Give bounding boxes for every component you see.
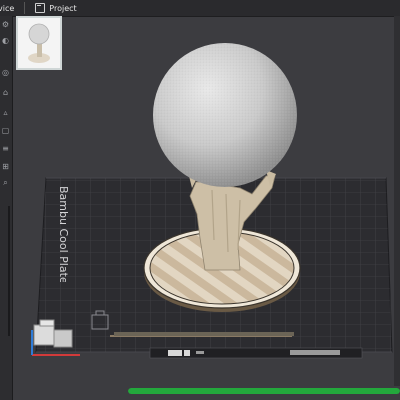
plate-thumbnail[interactable] bbox=[16, 16, 62, 70]
slice-progress-fill bbox=[128, 388, 400, 394]
top-tab-bar: vice Project bbox=[0, 0, 400, 17]
plate-label-container: Bambu Cool Plate bbox=[57, 186, 68, 282]
tab-project[interactable]: Project bbox=[29, 0, 82, 16]
plate-label: Bambu Cool Plate bbox=[57, 186, 68, 282]
target-icon[interactable]: ◎ bbox=[1, 68, 10, 77]
settings-icon[interactable]: ⚙ bbox=[1, 20, 10, 29]
search-icon[interactable]: ⌕ bbox=[1, 178, 10, 187]
tab-device-label: vice bbox=[0, 3, 15, 13]
box-icon[interactable]: ▢ bbox=[1, 126, 10, 135]
tab-device[interactable]: vice bbox=[0, 0, 20, 16]
project-icon bbox=[35, 3, 46, 13]
camera-icon[interactable]: ◐ bbox=[1, 36, 10, 45]
grid-icon[interactable]: ⊞ bbox=[1, 162, 10, 171]
left-toolbar: ⚙ ◐ ◎ ⌂ ▵ ▢ ≡ ⊞ ⌕ bbox=[0, 16, 13, 400]
slice-progress-bar bbox=[128, 388, 400, 394]
tab-project-label: Project bbox=[49, 3, 77, 13]
model-sphere bbox=[153, 43, 297, 187]
right-panel-edge bbox=[394, 16, 400, 386]
filter-icon[interactable]: ▵ bbox=[1, 108, 10, 117]
left-toolbar-divider bbox=[8, 206, 10, 336]
home-icon[interactable]: ⌂ bbox=[1, 88, 10, 97]
thumbnail-model-preview bbox=[28, 23, 50, 63]
list-icon[interactable]: ≡ bbox=[1, 144, 10, 153]
tab-separator bbox=[24, 2, 26, 14]
